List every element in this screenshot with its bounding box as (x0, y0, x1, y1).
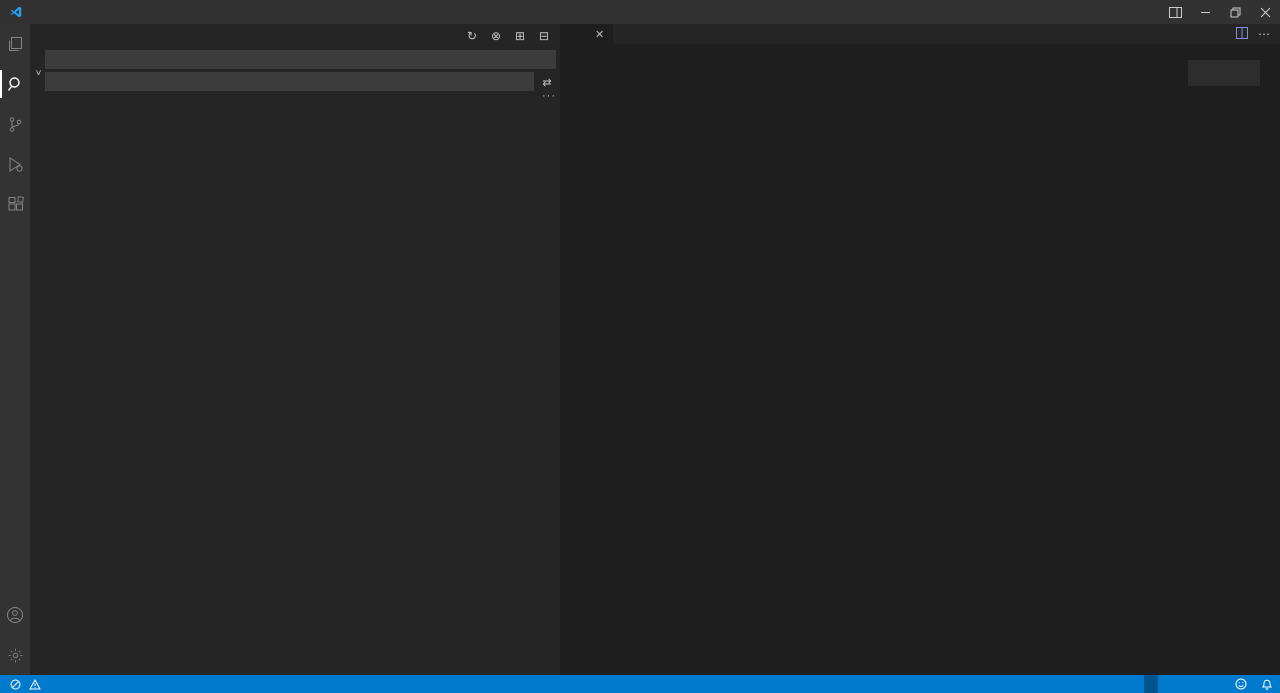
activity-bar (0, 24, 30, 675)
minimap[interactable] (1188, 60, 1260, 675)
restore-button[interactable] (1220, 0, 1250, 24)
toggle-replace-chevron-icon[interactable]: ˅ (32, 60, 45, 86)
layout-toggle-icon[interactable] (1160, 0, 1190, 24)
screen-reader-status[interactable] (1144, 675, 1158, 693)
more-actions-icon[interactable]: ⋯ (1258, 27, 1270, 41)
overview-ruler[interactable] (1260, 60, 1280, 675)
close-window-button[interactable] (1250, 0, 1280, 24)
replace-input-box (45, 72, 534, 91)
toggle-search-details-icon[interactable]: ··· (542, 90, 556, 102)
accounts-icon[interactable] (0, 595, 30, 635)
search-sidebar: ↻ ⊗ ⊞ ⊟ ˅ ⇄ ··· (30, 24, 560, 675)
run-debug-icon[interactable] (0, 144, 30, 184)
breadcrumbs (560, 44, 1280, 60)
tab-com-xt9-xt9core[interactable]: ✕ (560, 24, 614, 44)
preserve-case-toggle[interactable] (515, 74, 530, 89)
cursor-position-status[interactable] (1158, 675, 1172, 693)
search-input[interactable] (46, 54, 501, 66)
title-bar (0, 0, 1280, 24)
code-editor[interactable] (560, 60, 1188, 675)
language-mode-status[interactable] (1214, 675, 1228, 693)
clear-search-results-icon[interactable]: ⊗ (488, 29, 504, 43)
vscode-logo-icon (8, 5, 24, 19)
regex-toggle[interactable] (537, 52, 552, 67)
replace-all-icon[interactable]: ⇄ (538, 74, 556, 90)
minimize-button[interactable] (1190, 0, 1220, 24)
whole-word-toggle[interactable] (519, 52, 534, 67)
editor-group: ✕ ⋯ (560, 24, 1280, 675)
vscode-window: ↻ ⊗ ⊞ ⊟ ˅ ⇄ ··· (0, 0, 1280, 693)
notifications-bell-icon[interactable] (1254, 675, 1280, 693)
search-results-list (30, 108, 560, 675)
settings-gear-icon[interactable] (0, 635, 30, 675)
search-input-box (45, 50, 556, 69)
eol-status[interactable] (1200, 675, 1214, 693)
refresh-icon[interactable]: ↻ (464, 29, 480, 43)
extensions-icon[interactable] (0, 184, 30, 224)
explorer-icon[interactable] (0, 24, 30, 64)
collapse-all-icon[interactable]: ⊟ (536, 29, 552, 43)
search-icon[interactable] (0, 64, 30, 104)
encoding-status[interactable] (1186, 675, 1200, 693)
tab-close-icon[interactable]: ✕ (595, 28, 604, 41)
open-new-search-editor-icon[interactable]: ⊞ (512, 29, 528, 43)
error-icon (10, 679, 21, 690)
tab-size-status[interactable] (1172, 675, 1186, 693)
feedback-icon[interactable] (1228, 675, 1254, 693)
warning-icon (29, 679, 41, 690)
minimap-slider[interactable] (1188, 60, 1260, 86)
match-case-toggle[interactable] (501, 52, 516, 67)
problems-status[interactable] (8, 679, 47, 690)
replace-input[interactable] (46, 76, 515, 88)
source-control-icon[interactable] (0, 104, 30, 144)
status-bar (0, 675, 1280, 693)
tab-bar: ✕ ⋯ (560, 24, 1280, 44)
split-editor-icon[interactable] (1236, 27, 1248, 42)
